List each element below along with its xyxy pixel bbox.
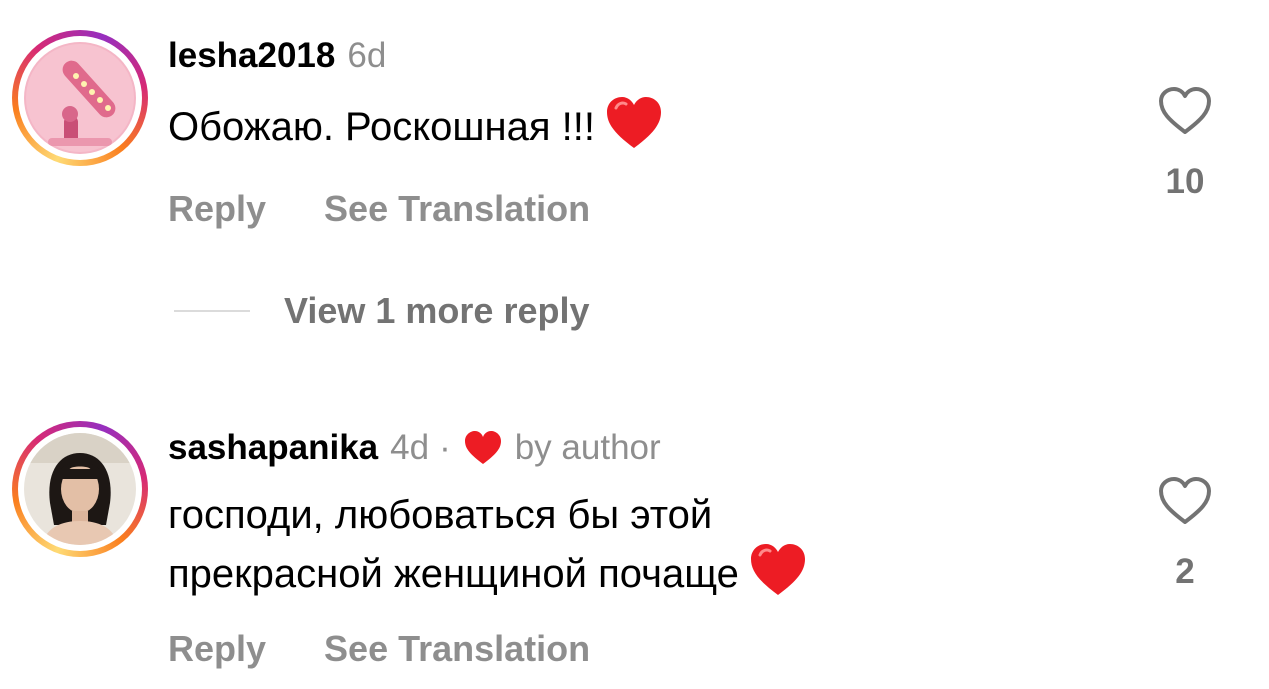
- heart-outline-icon[interactable]: [1157, 86, 1213, 136]
- like-control: 10: [1150, 86, 1220, 202]
- comment-header: sashapanika 4d · by author: [168, 428, 661, 468]
- comment-text-line: господи, любоваться бы этой: [168, 493, 713, 537]
- heart-filled-icon: [464, 431, 501, 464]
- view-replies-button[interactable]: View 1 more reply: [174, 290, 590, 332]
- heart-outline-icon[interactable]: [1157, 476, 1213, 526]
- comment-text: Обожаю. Роскошная !!!: [168, 96, 663, 155]
- avatar-story-ring[interactable]: [12, 30, 148, 166]
- see-translation-button[interactable]: See Translation: [324, 628, 590, 670]
- see-translation-button[interactable]: See Translation: [324, 188, 590, 230]
- woman-portrait-avatar-icon: [24, 433, 136, 545]
- liked-by-author-label: by author: [514, 428, 661, 467]
- like-count: 2: [1175, 552, 1195, 591]
- comment-timestamp: 6d: [347, 36, 387, 75]
- reply-button[interactable]: Reply: [168, 188, 266, 230]
- replies-divider: [174, 310, 250, 312]
- avatar[interactable]: [24, 433, 136, 545]
- comment-text-line: прекрасной женщиной почаще: [168, 552, 739, 596]
- like-count: 10: [1165, 162, 1205, 201]
- red-heart-emoji-icon: [606, 97, 661, 148]
- username[interactable]: sashapanika: [168, 428, 378, 468]
- avatar[interactable]: [24, 42, 136, 154]
- comment-timestamp: 4d: [390, 428, 430, 467]
- reply-button[interactable]: Reply: [168, 628, 266, 670]
- comment-text-line-with-emoji: прекрасной женщиной почаще: [168, 543, 807, 602]
- view-replies-label: View 1 more reply: [284, 290, 590, 331]
- like-control: 2: [1150, 476, 1220, 592]
- username[interactable]: lesha2018: [168, 36, 335, 76]
- red-heart-emoji-icon: [750, 544, 805, 595]
- comment-header: lesha2018 6d: [168, 36, 386, 76]
- meta-separator: ·: [439, 428, 451, 467]
- comment-actions: Reply See Translation: [168, 188, 590, 230]
- comment-actions: Reply See Translation: [168, 628, 590, 670]
- pink-lamp-avatar-icon: [24, 42, 136, 154]
- avatar-story-ring[interactable]: [12, 421, 148, 557]
- comment-text-line: Обожаю. Роскошная !!!: [168, 105, 595, 149]
- comment-text: господи, любоваться бы этой прекрасной ж…: [168, 488, 807, 602]
